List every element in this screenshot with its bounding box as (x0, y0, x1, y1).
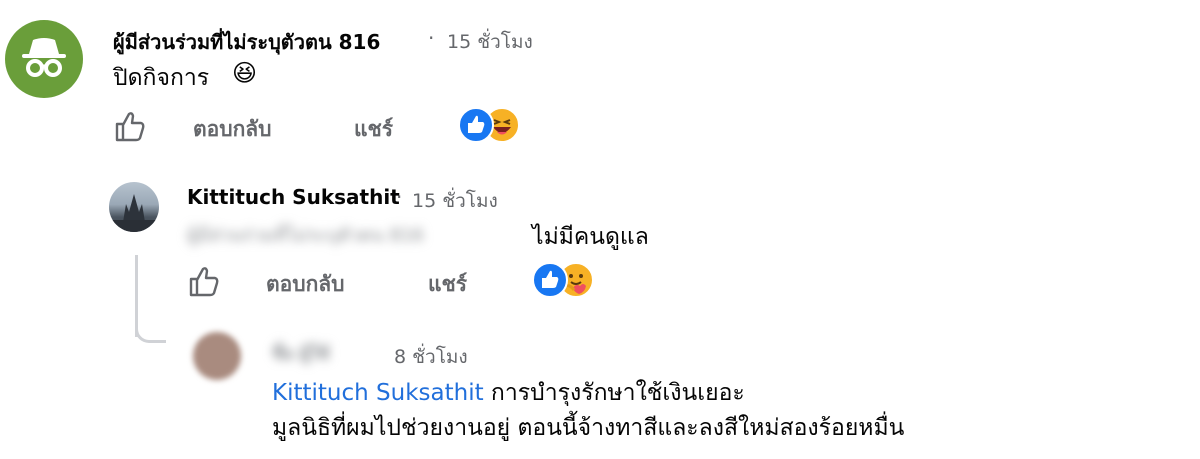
comment-author[interactable]: Kittituch Suksathit (187, 185, 400, 209)
comment-text: ไม่มีคนดูแล (532, 224, 649, 250)
separator-dot: · (396, 185, 403, 209)
comment: ผู้มีส่วนร่วมที่ไม่ระบุตัวตน 816 · 15 ชั… (0, 0, 1200, 160)
comment-author[interactable]: ผู้มีส่วนร่วมที่ไม่ระบุตัวตน 816 (113, 26, 380, 58)
avatar[interactable] (109, 182, 159, 232)
like-icon[interactable] (187, 264, 221, 298)
comment-text: ปิดกิจการ (113, 65, 210, 91)
reply-button[interactable]: ตอบกลับ (266, 268, 345, 301)
comment-line-2: มูลนิธิที่ผมไปช่วยงานอยู่ ตอนนี้จ้างทาสี… (272, 415, 905, 441)
like-reaction-icon (532, 262, 568, 298)
blurred-mention[interactable]: ผู้มีส่วนร่วมที่ไม่ระบุตัวตน 816 (187, 220, 424, 249)
like-icon[interactable] (113, 109, 147, 143)
comment-text: การบำรุงรักษาใช้เงินเยอะ (490, 380, 745, 406)
comment-timestamp[interactable]: 15 ชั่วโมง (447, 27, 533, 57)
avatar[interactable] (193, 332, 241, 380)
comment-author-blurred[interactable]: ชื่อ ผู้ใช้ (272, 340, 329, 367)
laughing-emoji: 😆 (232, 59, 258, 87)
share-button[interactable]: แชร์ (428, 268, 467, 301)
reaction-summary[interactable] (532, 260, 602, 298)
nested-reply-comment: ชื่อ ผู้ใช้ 8 ชั่วโมง Kittituch Suksathi… (0, 320, 1200, 459)
comment-timestamp[interactable]: 15 ชั่วโมง (412, 186, 498, 216)
share-button[interactable]: แชร์ (354, 113, 393, 146)
like-reaction-icon (458, 107, 494, 143)
incognito-icon (22, 38, 66, 77)
reply-button[interactable]: ตอบกลับ (193, 113, 272, 146)
reaction-summary[interactable] (458, 105, 528, 143)
avatar-photo (109, 194, 159, 232)
comment-timestamp[interactable]: 8 ชั่วโมง (394, 342, 468, 372)
avatar[interactable] (5, 20, 83, 98)
comment-line-1: Kittituch Suksathit การบำรุงรักษาใช้เงิน… (272, 375, 745, 411)
reply-comment: Kittituch Suksathit · 15 ชั่วโมง ผู้มีส่… (0, 160, 1200, 310)
mention-link[interactable]: Kittituch Suksathit (272, 380, 484, 406)
separator-dot: · (428, 26, 435, 50)
